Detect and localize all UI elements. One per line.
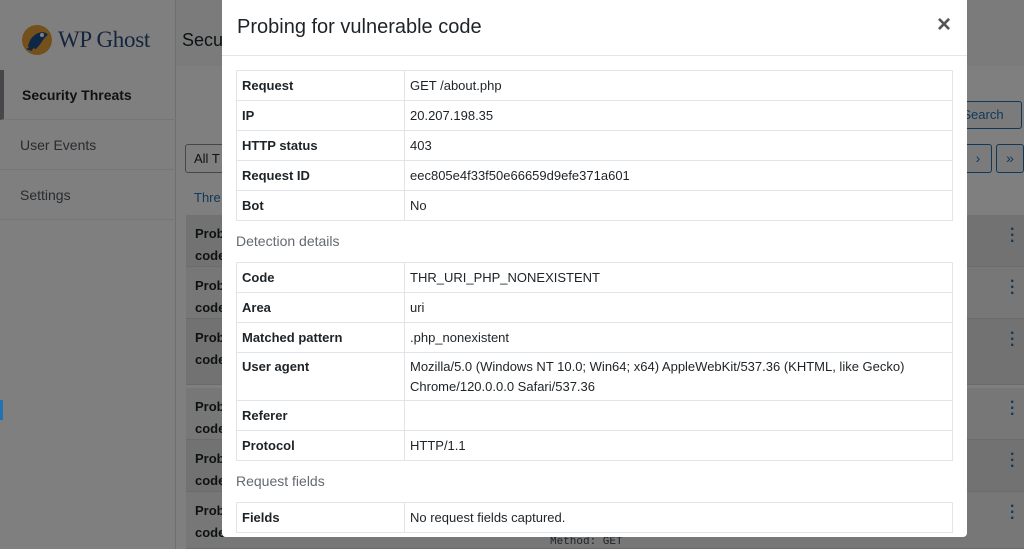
threat-details-modal: Probing for vulnerable code × Request GE… [222,0,967,537]
table-row: User agent Mozilla/5.0 (Windows NT 10.0;… [236,352,953,401]
table-row: Bot No [236,190,953,221]
table-row: IP 20.207.198.35 [236,100,953,131]
field-value: THR_URI_PHP_NONEXISTENT [404,262,953,293]
field-value: 20.207.198.35 [404,100,953,131]
field-label: Protocol [236,430,405,461]
table-row: Fields No request fields captured. [236,502,953,533]
table-row: Protocol HTTP/1.1 [236,430,953,461]
field-label: IP [236,100,405,131]
close-icon[interactable]: × [933,12,955,38]
detection-details-heading: Detection details [236,233,340,249]
field-value [404,400,953,431]
table-row: Code THR_URI_PHP_NONEXISTENT [236,262,953,293]
modal-header: Probing for vulnerable code × [222,0,967,56]
field-label: Bot [236,190,405,221]
request-fields-table: Fields No request fields captured. [236,502,953,533]
field-label: Code [236,262,405,293]
request-table: Request GET /about.php IP 20.207.198.35 … [236,70,953,221]
field-value: No request fields captured. [404,502,953,533]
field-value: GET /about.php [404,70,953,101]
field-label: Request [236,70,405,101]
field-value: Mozilla/5.0 (Windows NT 10.0; Win64; x64… [404,352,953,401]
table-row: Matched pattern .php_nonexistent [236,322,953,353]
table-row: Area uri [236,292,953,323]
field-label: User agent [236,352,405,401]
field-value: No [404,190,953,221]
field-label: Referer [236,400,405,431]
detection-table: Code THR_URI_PHP_NONEXISTENT Area uri Ma… [236,262,953,461]
field-label: Fields [236,502,405,533]
table-row: Referer [236,400,953,431]
modal-body: Request GET /about.php IP 20.207.198.35 … [236,70,953,533]
field-label: Area [236,292,405,323]
field-label: Matched pattern [236,322,405,353]
field-label: HTTP status [236,130,405,161]
field-value: HTTP/1.1 [404,430,953,461]
table-row: Request GET /about.php [236,70,953,101]
edge-indicator [0,400,3,420]
request-fields-heading: Request fields [236,473,325,489]
field-label: Request ID [236,160,405,191]
table-row: Request ID eec805e4f33f50e66659d9efe371a… [236,160,953,191]
field-value: eec805e4f33f50e66659d9efe371a601 [404,160,953,191]
field-value: uri [404,292,953,323]
field-value: .php_nonexistent [404,322,953,353]
modal-title: Probing for vulnerable code [237,16,482,38]
field-value: 403 [404,130,953,161]
method-text: Method: GET [550,536,623,548]
table-row: HTTP status 403 [236,130,953,161]
